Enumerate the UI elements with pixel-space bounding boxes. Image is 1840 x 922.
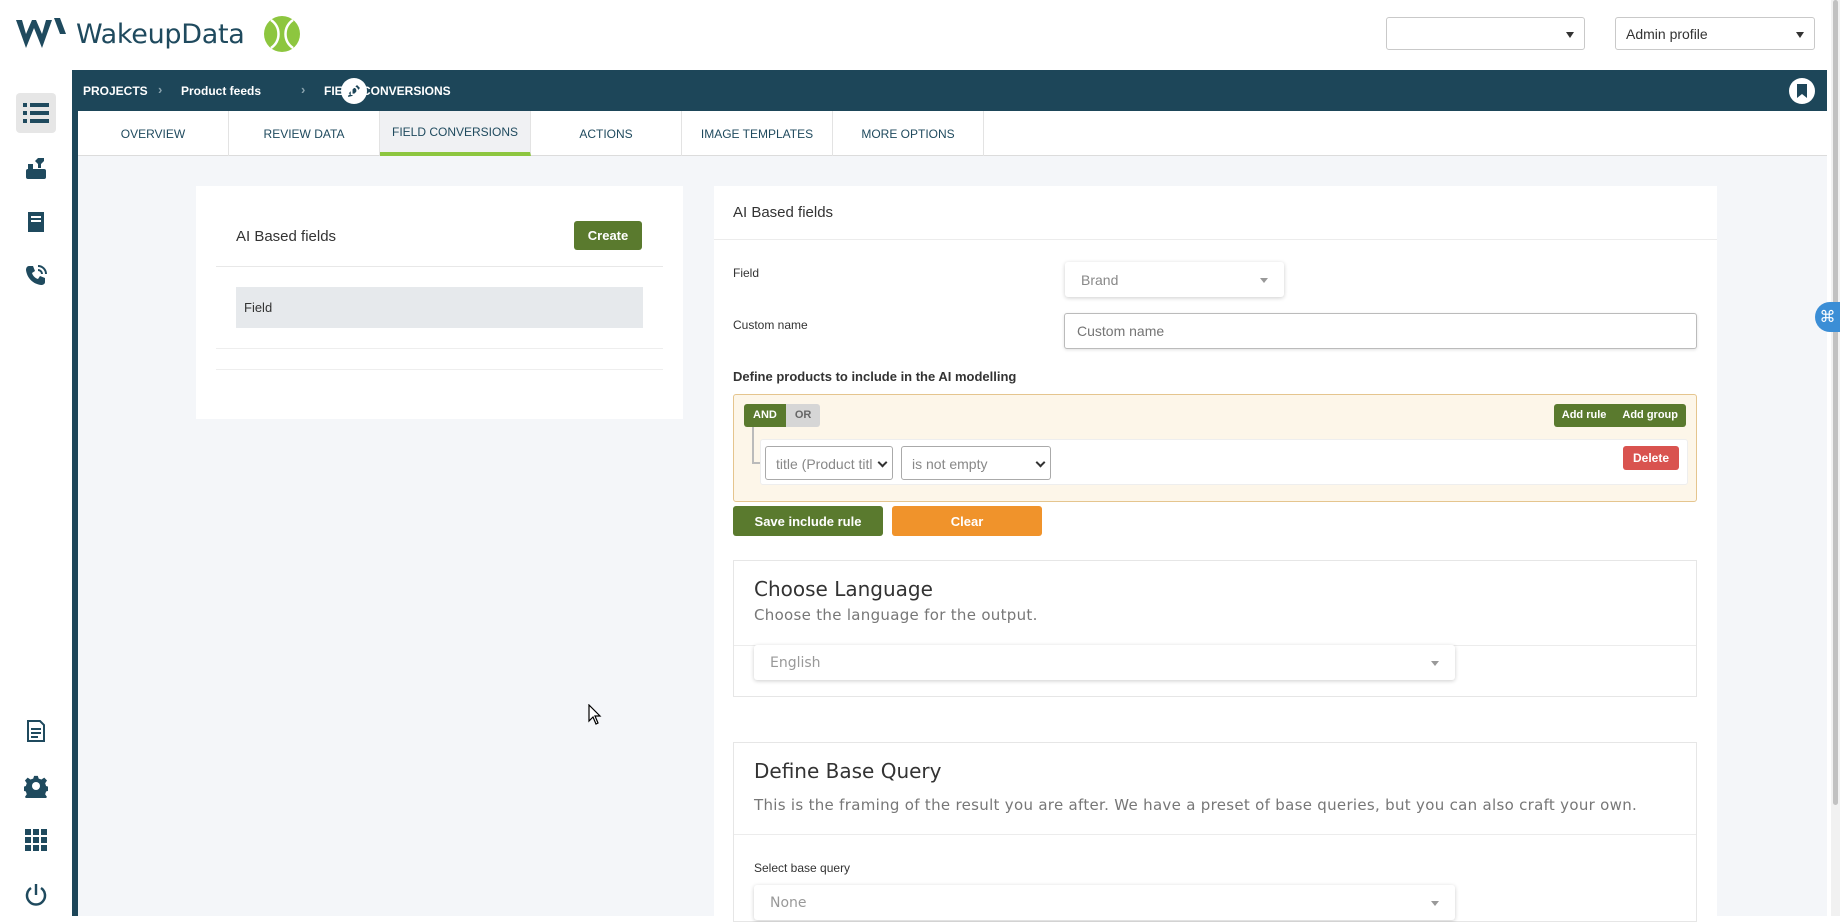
command-icon: ⌘ <box>1819 309 1836 326</box>
bookmark-button[interactable] <box>1789 78 1815 104</box>
top-header: WakeupData Admin profile <box>0 0 1840 70</box>
field-label: Field <box>733 266 760 280</box>
query-builder: AND OR Add rule Add group title (Product… <box>733 394 1697 502</box>
divider <box>216 348 663 349</box>
logo-text: WakeupData <box>76 18 245 50</box>
field-select-value: Brand <box>1081 272 1119 288</box>
bookmark-icon <box>1797 84 1807 98</box>
card-title: AI Based fields <box>236 228 337 245</box>
project-select[interactable] <box>1386 17 1585 50</box>
power-icon <box>25 884 47 906</box>
list-icon <box>23 103 49 123</box>
chevron-down-icon <box>877 457 888 468</box>
query-actions: Add rule Add group <box>1553 404 1686 427</box>
sidebar-item-support[interactable] <box>16 256 56 296</box>
rule-row: title (Product titl is not empty Delete <box>760 439 1688 485</box>
divider <box>216 369 663 370</box>
language-select[interactable]: English <box>754 645 1455 680</box>
base-query-section: Define Base Query This is the framing of… <box>733 742 1697 922</box>
ai-field-editor-card: AI Based fields Field Brand Custom name … <box>714 186 1717 922</box>
language-subtitle: Choose the language for the output. <box>754 606 1038 624</box>
rule-connector <box>752 427 760 464</box>
breadcrumb-projects[interactable]: PROJECTS <box>83 84 148 98</box>
divider <box>734 834 1696 835</box>
ai-fields-list-card: AI Based fields Create Field <box>196 186 683 419</box>
language-select-value: English <box>770 655 821 671</box>
tab-overview[interactable]: OVERVIEW <box>78 111 229 156</box>
chevron-down-icon <box>1431 661 1439 666</box>
list-header-field: Field <box>236 287 643 328</box>
language-title: Choose Language <box>754 577 933 601</box>
rule-field-select[interactable]: title (Product titl <box>765 446 893 480</box>
gear-icon <box>24 775 48 798</box>
tab-image-templates[interactable]: IMAGE TEMPLATES <box>682 111 833 156</box>
define-products-title: Define products to include in the AI mod… <box>733 369 1017 384</box>
custom-name-label: Custom name <box>733 318 808 332</box>
breadcrumb: PROJECTS › Product feeds › FIELD CONVERS… <box>78 70 1827 111</box>
floating-widget-button[interactable]: ⌘ <box>1815 302 1840 332</box>
add-group-button[interactable]: Add group <box>1614 404 1686 427</box>
apps-grid-icon <box>25 829 47 851</box>
sidebar-item-docs[interactable] <box>16 202 56 242</box>
card-title: AI Based fields <box>733 204 834 221</box>
profile-select[interactable]: Admin profile <box>1615 17 1815 50</box>
document-icon <box>27 720 45 742</box>
chevron-right-icon: › <box>158 82 163 97</box>
divider <box>714 239 1717 240</box>
save-include-rule-button[interactable]: Save include rule <box>733 506 883 536</box>
chevron-down-icon <box>1260 278 1268 283</box>
chevron-down-icon <box>1035 457 1046 468</box>
breadcrumb-product-feeds[interactable]: Product feeds <box>181 84 261 98</box>
tab-field-conversions[interactable]: FIELD CONVERSIONS <box>380 111 531 156</box>
base-query-select[interactable]: None <box>754 885 1455 920</box>
and-button[interactable]: AND <box>744 404 786 427</box>
delete-rule-button[interactable]: Delete <box>1623 446 1679 470</box>
clear-button[interactable]: Clear <box>892 506 1042 536</box>
select-base-query-label: Select base query <box>754 861 851 875</box>
rule-operator-value: is not empty <box>912 456 988 472</box>
tab-actions[interactable]: ACTIONS <box>531 111 682 156</box>
chevron-down-icon <box>1796 32 1804 38</box>
field-select[interactable]: Brand <box>1065 262 1284 297</box>
profile-select-value: Admin profile <box>1626 26 1708 42</box>
divider <box>216 266 663 267</box>
scrollbar-thumb[interactable] <box>1833 0 1838 805</box>
sidebar-item-logout[interactable] <box>16 875 56 915</box>
language-section: Choose Language Choose the language for … <box>733 560 1697 697</box>
phone-support-icon <box>26 265 47 285</box>
chevron-right-icon: › <box>301 82 306 97</box>
sidebar-item-apps[interactable] <box>16 820 56 860</box>
sidebar-item-projects[interactable] <box>16 93 56 133</box>
icon-sidebar <box>0 70 72 916</box>
tab-review-data[interactable]: REVIEW DATA <box>229 111 380 156</box>
breadcrumb-field-conversions: FIELD CONVERSIONS <box>324 84 451 98</box>
sidebar-item-tools[interactable] <box>16 148 56 188</box>
logo[interactable]: WakeupData <box>14 14 301 54</box>
chevron-down-icon <box>1566 32 1574 38</box>
sidebar-item-settings[interactable] <box>16 766 56 806</box>
rule-operator-select[interactable]: is not empty <box>901 446 1051 480</box>
or-button[interactable]: OR <box>785 404 821 427</box>
tools-icon <box>26 158 46 179</box>
mouse-cursor-icon <box>588 704 602 725</box>
condition-toggle: AND OR <box>744 404 821 427</box>
create-button[interactable]: Create <box>574 221 642 250</box>
book-icon <box>28 212 44 232</box>
sidebar-item-reports[interactable] <box>16 711 56 751</box>
add-rule-button[interactable]: Add rule <box>1554 404 1615 427</box>
chevron-down-icon <box>1431 901 1439 906</box>
rule-field-value: title (Product titl <box>776 456 873 472</box>
base-query-subtitle: This is the framing of the result you ar… <box>754 796 1638 814</box>
base-query-select-value: None <box>770 895 807 911</box>
base-query-title: Define Base Query <box>754 759 942 783</box>
tab-more-options[interactable]: MORE OPTIONS <box>833 111 984 156</box>
tennis-ball-icon <box>263 16 300 52</box>
wakeupdata-logo-icon <box>16 18 66 48</box>
tab-bar: OVERVIEW REVIEW DATA FIELD CONVERSIONS A… <box>78 111 1827 156</box>
custom-name-input[interactable] <box>1064 313 1697 349</box>
